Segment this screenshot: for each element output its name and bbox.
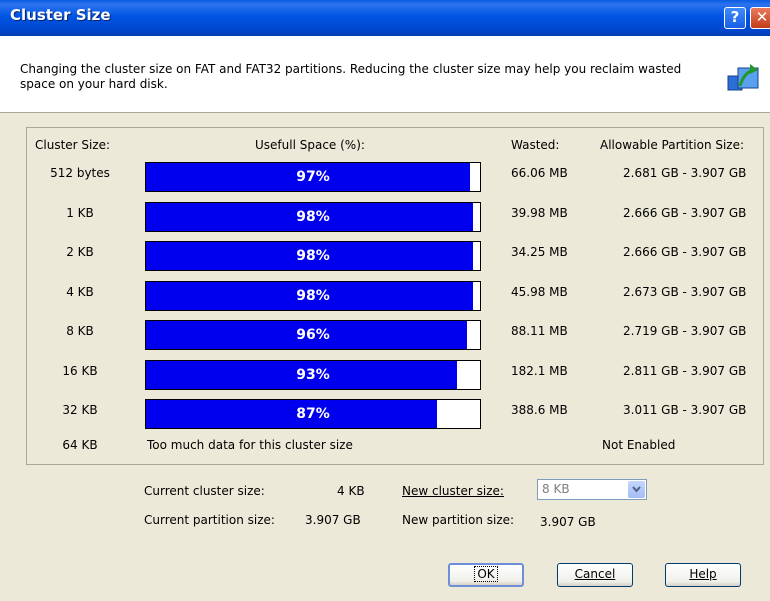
not-enabled-text: Not Enabled: [602, 438, 676, 452]
new-cluster-size-select[interactable]: 8 KB: [537, 479, 647, 500]
column-header-cluster: Cluster Size:: [35, 138, 111, 152]
useful-space-percent: 98%: [296, 287, 330, 304]
wasted-cell: 34.25 MB: [511, 245, 568, 259]
cluster-size-cell: 32 KB: [62, 403, 98, 417]
table-row: 8 KB 96% 88.11 MB 2.719 GB - 3.907 GB: [27, 316, 763, 352]
useful-space-percent: 93%: [296, 366, 330, 383]
new-cluster-size-value: 8 KB: [542, 482, 570, 496]
wasted-cell: 182.1 MB: [511, 363, 568, 378]
useful-space-bar: 87%: [145, 399, 481, 429]
useful-space-bar: 98%: [145, 201, 481, 232]
table-row: 4 KB 98% 45.98 MB 2.673 GB - 3.907 GB: [27, 277, 763, 313]
cluster-size-cell: 2 KB: [66, 245, 94, 259]
useful-space-percent: 98%: [296, 208, 330, 225]
useful-space-bar: 96%: [145, 320, 481, 350]
table-row: 16 KB 93% 182.1 MB 2.811 GB - 3.907 GB: [27, 356, 763, 392]
useful-space-bar: 98%: [145, 280, 481, 311]
current-cluster-label: Current cluster size:: [144, 484, 265, 498]
useful-space-percent: 96%: [296, 327, 330, 343]
useful-space-percent: 87%: [296, 406, 330, 422]
wasted-cell: 388.6 MB: [511, 403, 568, 417]
current-cluster-value: 4 KB: [337, 484, 365, 498]
column-header-allowable: Allowable Partition Size:: [600, 138, 745, 152]
table-row-disabled: 64 KB Too much data for this cluster siz…: [27, 430, 763, 466]
new-partition-label: New partition size:: [402, 513, 515, 527]
cluster-size-cell: 8 KB: [66, 324, 94, 338]
allowable-size-cell: 2.666 GB - 3.907 GB: [623, 245, 747, 259]
close-icon: ✕: [755, 8, 769, 26]
allowable-size-cell: 2.811 GB - 3.907 GB: [623, 363, 747, 378]
cluster-size-cell: 4 KB: [66, 284, 94, 299]
help-title-button[interactable]: ?: [724, 7, 746, 29]
allowable-size-cell: 3.011 GB - 3.907 GB: [623, 403, 747, 417]
dialog-header: Changing the cluster size on FAT and FAT…: [0, 36, 770, 113]
allowable-size-cell: 2.681 GB - 3.907 GB: [623, 166, 747, 180]
useful-space-bar: 97%: [145, 162, 481, 192]
allowable-size-cell: 2.666 GB - 3.907 GB: [623, 205, 747, 220]
wasted-cell: 39.98 MB: [511, 205, 568, 220]
column-header-wasted: Wasted:: [511, 138, 560, 152]
useful-space-bar: 93%: [145, 359, 481, 390]
cluster-size-cell: 64 KB: [62, 438, 98, 452]
column-header-useful-space: Usefull Space (%):: [255, 138, 365, 152]
cluster-table-panel: Cluster Size: Usefull Space (%): Wasted:…: [26, 127, 764, 465]
allowable-size-cell: 2.673 GB - 3.907 GB: [623, 284, 747, 299]
useful-space-percent: 98%: [296, 248, 330, 264]
wasted-cell: 45.98 MB: [511, 284, 568, 299]
help-button-label: Help: [689, 567, 717, 581]
window-title: Cluster Size: [10, 6, 111, 24]
table-row: 512 bytes 97% 66.06 MB 2.681 GB - 3.907 GB: [27, 158, 763, 194]
current-partition-value: 3.907 GB: [305, 513, 361, 527]
cancel-button[interactable]: Cancel: [557, 563, 633, 587]
new-cluster-label: New cluster size:: [402, 484, 504, 498]
useful-space-bar: 98%: [145, 241, 481, 271]
dropdown-button[interactable]: [628, 481, 645, 498]
table-row: 32 KB 87% 388.6 MB 3.011 GB - 3.907 GB: [27, 395, 763, 431]
cluster-size-cell: 512 bytes: [50, 166, 110, 180]
table-row: 1 KB 98% 39.98 MB 2.666 GB - 3.907 GB: [27, 198, 763, 234]
wasted-cell: 88.11 MB: [511, 324, 568, 338]
chevron-down-icon: [632, 486, 641, 493]
help-button[interactable]: Help: [665, 563, 741, 587]
title-bar[interactable]: Cluster Size ? ✕: [0, 0, 770, 36]
cluster-size-cell: 1 KB: [66, 205, 94, 220]
allowable-size-cell: 2.719 GB - 3.907 GB: [623, 324, 747, 338]
table-row: 2 KB 98% 34.25 MB 2.666 GB - 3.907 GB: [27, 237, 763, 273]
too-much-data-message: Too much data for this cluster size: [147, 438, 353, 452]
current-partition-label: Current partition size:: [144, 513, 275, 527]
question-icon: ?: [730, 8, 740, 26]
header-description: Changing the cluster size on FAT and FAT…: [20, 62, 682, 91]
wasted-cell: 66.06 MB: [511, 166, 568, 180]
ok-button-label: OK: [474, 566, 498, 582]
ok-button[interactable]: OK: [448, 563, 524, 587]
new-partition-value: 3.907 GB: [540, 515, 596, 529]
close-button[interactable]: ✕: [750, 7, 770, 29]
cluster-size-dialog: Cluster Size ? ✕ Changing the cluster si…: [0, 0, 770, 601]
cluster-size-cell: 16 KB: [62, 363, 98, 378]
resize-arrow-icon: [727, 64, 759, 91]
useful-space-percent: 97%: [296, 169, 330, 185]
cancel-button-label: Cancel: [574, 567, 616, 581]
